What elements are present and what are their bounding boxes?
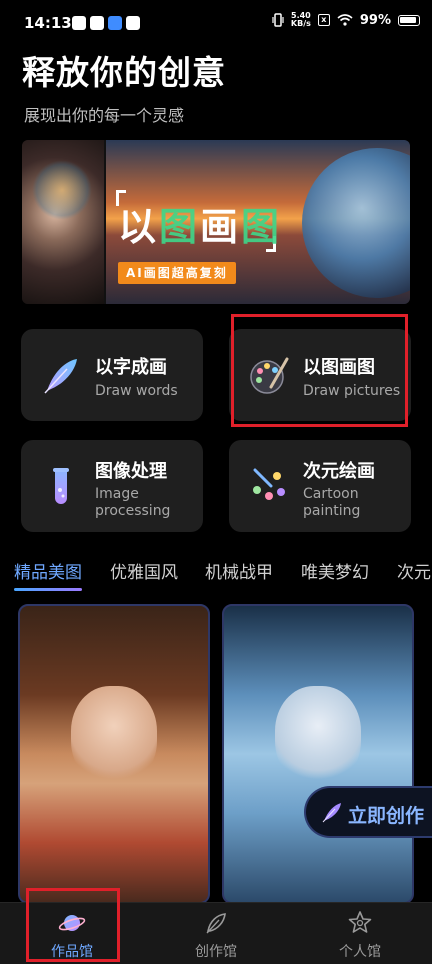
nav-label: 作品馆 [51,944,93,960]
app-store-icon [108,16,122,30]
nav-gallery[interactable]: 作品馆 [0,903,144,964]
banner-tag: AI画图超高复刻 [118,262,236,284]
create-now-label: 立即创作 [348,805,425,827]
feature-image-processing[interactable]: 图像处理 Image processing [21,440,203,532]
net-speed-unit: KB/s [290,19,311,28]
page-subtitle: 展现出你的每一个灵感 [24,106,185,125]
palette-icon [250,357,289,394]
feature-subtitle: Image processing [95,486,171,519]
feature-title: 以图画图 [303,357,375,378]
feature-title: 以字成画 [95,357,167,378]
net-speed: 5.40 KB/s [291,12,311,28]
bottom-nav: 作品馆 创作馆 个人馆 [0,902,432,964]
banner-title-char: 画 [200,205,242,249]
feature-subtitle: Cartoon painting [303,486,361,519]
star-icon [348,911,372,933]
tab-featured[interactable]: 精品美图 [14,558,82,583]
paintbrush-icon [253,468,285,500]
tiktok-icon [90,16,104,30]
notification-icon [72,16,86,30]
feature-title: 次元绘画 [303,461,375,482]
tab-anime[interactable]: 次元 [397,558,431,583]
wifi-icon [337,14,353,26]
gallery-image[interactable] [18,604,210,904]
feature-cartoon-painting[interactable]: 次元绘画 Cartoon painting [229,440,411,532]
sim-icon: x [317,14,330,26]
battery-icon [398,14,420,26]
vibrate-icon [272,13,284,27]
planet-icon [58,915,86,931]
status-bar: 14:13 5.40 KB/s x 99% [0,0,432,50]
feature-title: 图像处理 [95,461,167,482]
create-now-button[interactable]: 立即创作 [304,786,432,838]
promo-banner[interactable]: 以图画图 AI画图超高复刻 [22,140,410,304]
nav-label: 创作馆 [195,944,237,960]
notification-icons [72,16,140,30]
banner-title-char: 图 [241,205,283,249]
tab-elegant-chinese[interactable]: 优雅国风 [110,558,178,583]
status-time: 14:13 [24,14,72,32]
gallery-image[interactable] [222,604,414,904]
feather-icon [44,359,77,394]
banner-portrait-image [22,140,104,304]
portrait-face [275,686,361,786]
feature-subtitle: Draw pictures [303,383,401,399]
banner-title-char: 以 [118,205,160,249]
category-tabs: 精品美图 优雅国风 机械战甲 唯美梦幻 次元 [0,554,432,594]
nav-profile[interactable]: 个人馆 [288,903,432,964]
banner-title-char: 图 [159,205,201,249]
message-icon [126,16,140,30]
banner-title: 以图画图 [118,196,282,251]
portrait-face [71,686,157,786]
feature-draw-words[interactable]: 以字成画 Draw words [21,329,203,421]
page-title: 释放你的创意 [22,53,226,92]
feature-subtitle: Draw words [95,383,178,399]
leaf-icon [206,913,226,934]
feature-draw-pictures[interactable]: 以图画图 Draw pictures [229,329,411,421]
battery-percent: 99% [359,12,391,28]
nav-create[interactable]: 创作馆 [144,903,288,964]
tab-mecha[interactable]: 机械战甲 [205,558,273,583]
status-right: 5.40 KB/s x 99% [272,12,420,28]
tab-dreamy[interactable]: 唯美梦幻 [301,558,369,583]
feather-icon [322,803,341,823]
nav-label: 个人馆 [339,944,381,960]
test-tube-icon [53,468,69,504]
tab-underline [14,588,82,591]
